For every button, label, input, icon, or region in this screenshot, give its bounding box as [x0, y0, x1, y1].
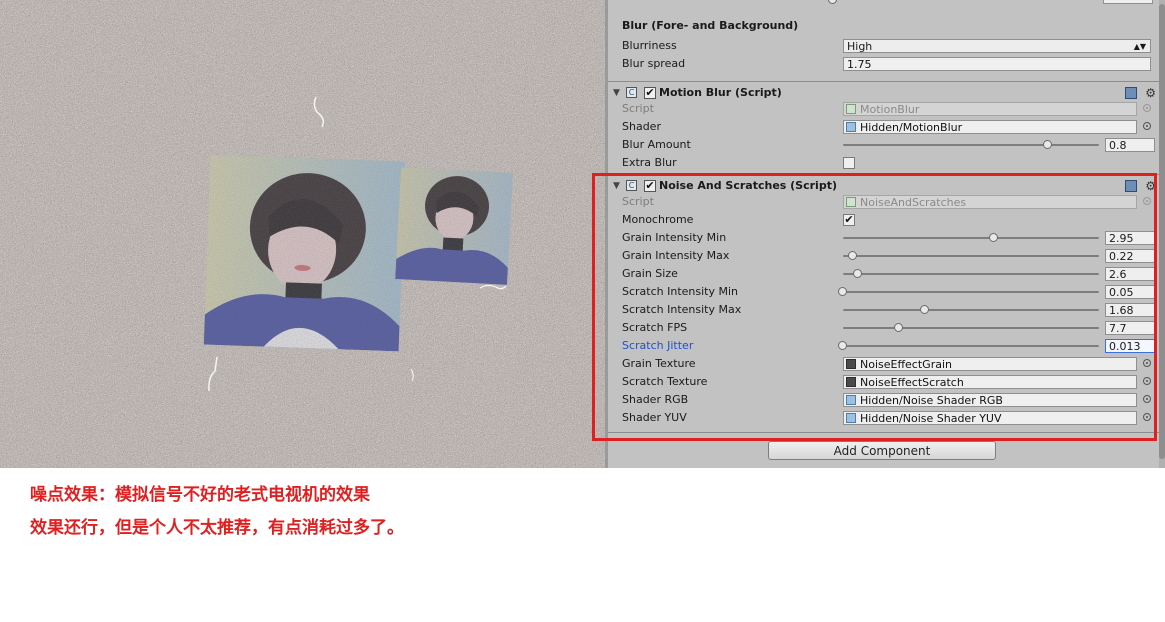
number-field[interactable]: [1103, 0, 1153, 4]
shader-field[interactable]: Hidden/MotionBlur: [843, 120, 1137, 134]
blurriness-value: High: [847, 40, 873, 53]
portrait-photo-small: [395, 167, 513, 285]
scratch-line: [410, 368, 414, 382]
caption-line-2: 效果还行，但是个人不太推荐，有点消耗过多了。: [30, 518, 404, 538]
extra-blur-row: Extra Blur: [622, 154, 1155, 172]
blur-amount-label: Blur Amount: [622, 138, 691, 151]
script-component-icon: C: [626, 87, 637, 98]
blur-spread-label: Blur spread: [622, 57, 686, 70]
blurriness-label: Blurriness: [622, 39, 677, 52]
blur-amount-field[interactable]: 0.8: [1105, 138, 1155, 152]
slider-knob[interactable]: [828, 0, 837, 4]
blurriness-row: Blurriness High ▲▼: [622, 37, 1155, 55]
blur-amount-row: Blur Amount 0.8: [622, 136, 1155, 154]
extra-blur-checkbox[interactable]: [843, 157, 855, 169]
shader-asset-icon: [846, 122, 856, 132]
script-label: Script: [622, 102, 654, 115]
highlight-box: [592, 173, 1157, 441]
extra-blur-label: Extra Blur: [622, 156, 677, 169]
foldout-arrow-icon[interactable]: ▼: [613, 84, 620, 102]
object-picker-icon[interactable]: [1143, 122, 1151, 130]
section-divider: [608, 81, 1159, 82]
portrait-photo-large: [203, 154, 406, 352]
blur-section-header: Blur (Fore- and Background): [622, 19, 799, 32]
script-asset-icon: [846, 104, 856, 114]
blurriness-select[interactable]: High ▲▼: [843, 39, 1151, 53]
help-book-icon[interactable]: [1125, 87, 1137, 99]
scratch-line: [313, 96, 325, 128]
blur-spread-field[interactable]: 1.75: [843, 57, 1151, 71]
scratch-line: [479, 284, 507, 290]
motion-blur-enabled-checkbox[interactable]: ✔: [644, 87, 656, 99]
object-picker-icon: [1143, 104, 1151, 112]
blur-amount-slider[interactable]: [843, 140, 1099, 149]
scene-view[interactable]: [0, 0, 605, 468]
script-field: MotionBlur: [843, 102, 1137, 116]
caption-line-1: 噪点效果：模拟信号不好的老式电视机的效果: [30, 485, 370, 505]
blur-spread-row: Blur spread 1.75: [622, 55, 1155, 73]
motion-blur-shader-row: Shader Hidden/MotionBlur: [622, 118, 1155, 136]
add-component-button[interactable]: Add Component: [768, 441, 996, 460]
shader-label: Shader: [622, 120, 661, 133]
slider-knob[interactable]: [1042, 140, 1052, 149]
scratch-line: [208, 356, 218, 392]
motion-blur-script-row: Script MotionBlur: [622, 100, 1155, 118]
select-arrows-icon: ▲▼: [1133, 42, 1146, 51]
inspector-scrollbar[interactable]: [1159, 0, 1165, 468]
scrollbar-thumb[interactable]: [1159, 4, 1165, 459]
script-value: MotionBlur: [860, 103, 920, 116]
shader-value: Hidden/MotionBlur: [860, 121, 963, 134]
